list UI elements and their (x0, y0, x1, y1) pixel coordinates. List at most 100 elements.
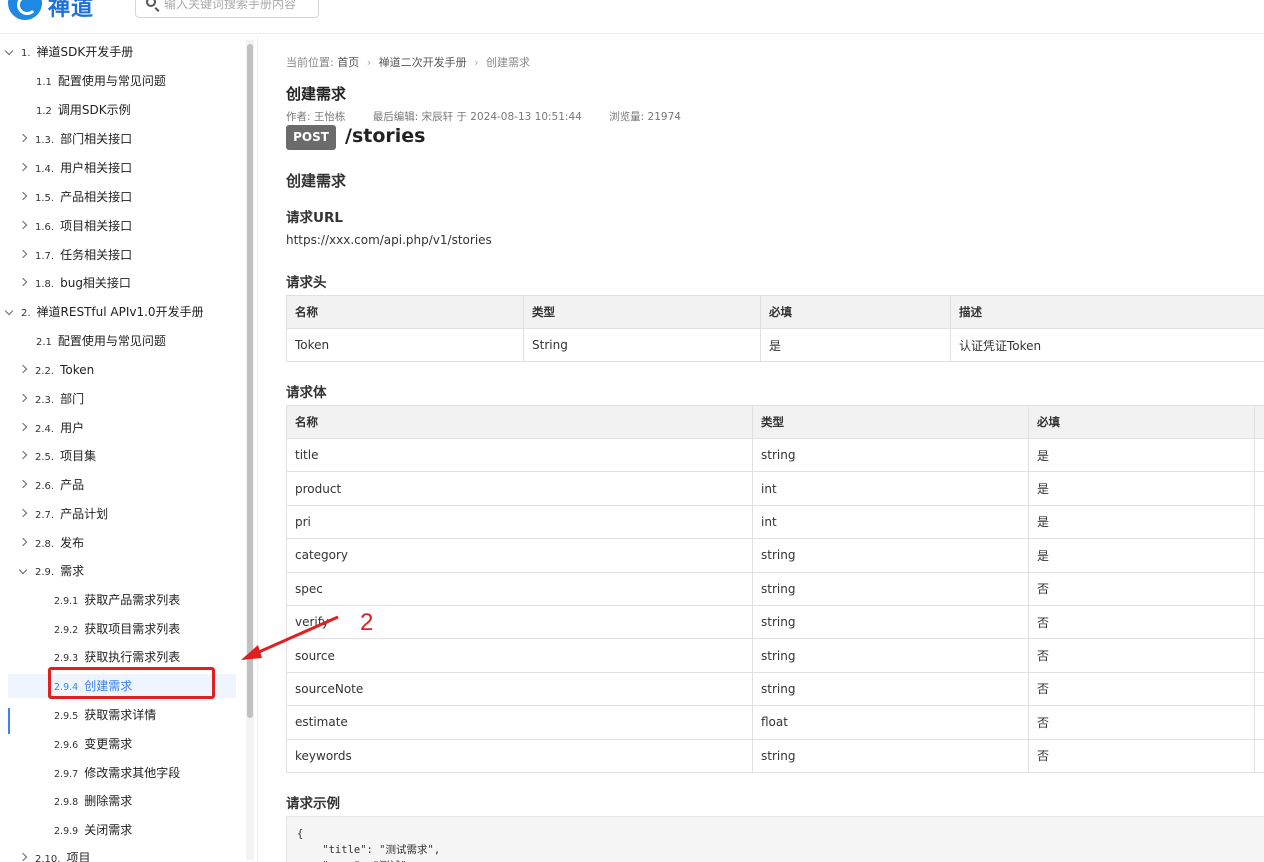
chevron-right-icon[interactable] (18, 508, 28, 518)
http-method-badge: POST (286, 125, 336, 150)
sidebar-item[interactable]: 1.8. bug相关接口 (0, 271, 240, 295)
sidebar-item[interactable]: 1.3. 部门相关接口 (0, 127, 240, 151)
column-header: 名称 (286, 295, 524, 329)
column-header: 描述 (950, 295, 1264, 329)
sidebar-item[interactable]: 1.5. 产品相关接口 (0, 185, 240, 209)
chevron-right-icon[interactable] (18, 450, 28, 460)
code-line: "title": "测试需求", (297, 844, 441, 856)
table-cell: string (752, 604, 1029, 640)
sidebar-item[interactable]: 1.2 调用SDK示例 (0, 98, 240, 122)
table-row: Token String 是认证凭证Token (286, 327, 1264, 363)
sidebar-item[interactable]: 2.3. 部门 (0, 387, 240, 411)
sidebar-item[interactable]: 2.9.1 获取产品需求列表 (0, 588, 240, 612)
sidebar-item-label: 产品相关接口 (60, 190, 133, 204)
headers-heading: 请求头 (286, 275, 327, 291)
sidebar-item-label: 变更需求 (84, 737, 133, 751)
table-row: keywords string 否 (286, 738, 1264, 773)
chevron-right-icon[interactable] (18, 133, 28, 143)
breadcrumb-home-link[interactable]: 首页 (337, 56, 359, 69)
sidebar-item[interactable]: 2.9.3 获取执行需求列表 (0, 645, 240, 669)
breadcrumb-current: 创建需求 (486, 56, 531, 69)
endpoint-path: /stories (345, 125, 426, 147)
chevron-right-icon[interactable] (18, 191, 28, 201)
code-line: { (297, 828, 304, 840)
chevron-down-icon[interactable] (18, 565, 28, 575)
table-cell: 是 (1028, 437, 1255, 473)
sidebar-item-number: 1.7. (35, 251, 55, 262)
request-url: https://xxx.com/api.php/v1/stories (286, 233, 492, 247)
table-cell-cut-off (1254, 638, 1264, 673)
sidebar-item[interactable]: 2.4. 用户 (0, 416, 240, 440)
breadcrumb-section-link[interactable]: 禅道二次开发手册 (379, 56, 467, 69)
chevron-down-icon[interactable] (4, 46, 14, 56)
sidebar-item[interactable]: 2. 禅道RESTful APIv1.0开发手册 (0, 300, 240, 324)
sidebar-item-number: 2.7. (35, 510, 55, 521)
sidebar-item-number: 2. (21, 308, 31, 319)
sidebar-item[interactable]: 2.8. 发布 (0, 531, 240, 555)
sidebar-item[interactable]: 2.9.9 关闭需求 (0, 818, 240, 842)
sidebar-item-number: 1.1 (36, 77, 52, 88)
sidebar-item[interactable]: 2.9.2 获取项目需求列表 (0, 617, 240, 641)
page-title: 创建需求 (286, 85, 347, 103)
sidebar-item[interactable]: 2.10. 项目 (0, 846, 240, 862)
sidebar-item[interactable]: 1.4. 用户相关接口 (0, 156, 240, 180)
table-row: spec string 否 (286, 571, 1264, 606)
search-icon[interactable] (146, 0, 156, 7)
chevron-right-icon[interactable] (18, 852, 28, 862)
search-input[interactable] (164, 0, 314, 14)
sidebar-scrollbar-thumb[interactable] (247, 44, 253, 718)
sidebar-item-label: 产品计划 (60, 507, 109, 521)
chevron-down-icon[interactable] (4, 306, 14, 316)
table-cell: string (752, 638, 1029, 673)
sidebar-item-label: 任务相关接口 (60, 248, 133, 262)
table-cell-cut-off (1254, 437, 1264, 473)
sidebar-item[interactable]: 2.9. 需求 (0, 559, 240, 583)
sidebar-item[interactable]: 2.9.6 变更需求 (0, 732, 240, 756)
search-box[interactable] (135, 0, 319, 18)
sidebar-item[interactable]: 1. 禅道SDK开发手册 (0, 40, 240, 64)
sidebar-item[interactable]: 1.7. 任务相关接口 (0, 243, 240, 267)
sidebar-item-number: 2.9.7 (54, 769, 79, 780)
page-meta: 作者: 王怡栋 最后编辑: 宋辰轩 于 2024-08-13 10:51:44 … (286, 109, 705, 124)
breadcrumb-separator: › (474, 56, 479, 69)
sidebar-item-label: 关闭需求 (84, 823, 133, 837)
chevron-right-icon[interactable] (18, 220, 28, 230)
logo-text[interactable]: 禅道 (48, 0, 94, 22)
chevron-right-icon[interactable] (18, 162, 28, 172)
chevron-right-icon[interactable] (18, 479, 28, 489)
view-count: 浏览量: 21974 (609, 111, 681, 123)
breadcrumb-separator: › (366, 56, 372, 69)
table-cell-cut-off (1254, 738, 1264, 773)
table-cell-cut-off (1254, 604, 1264, 640)
sidebar-item[interactable]: 1.6. 项目相关接口 (0, 214, 240, 238)
sidebar-item[interactable]: 2.9.8 删除需求 (0, 789, 240, 813)
sidebar-item[interactable]: 2.2. Token (0, 358, 240, 382)
chevron-right-icon[interactable] (18, 277, 28, 287)
sidebar-item[interactable]: 1.1 配置使用与常见问题 (0, 69, 240, 93)
top-bar: 禅道 (0, 0, 1264, 34)
column-header-cut-off (1254, 405, 1264, 439)
sidebar-item[interactable]: 2.9.7 修改需求其他字段 (0, 761, 240, 785)
zentao-logo-icon[interactable] (8, 0, 42, 20)
sidebar-item[interactable]: 2.9.5 获取需求详情 (0, 703, 240, 727)
sidebar-item-number: 2.5. (35, 452, 55, 463)
table-cell: 否 (1028, 738, 1255, 773)
table-cell-cut-off (1254, 671, 1264, 707)
chevron-right-icon[interactable] (18, 393, 28, 403)
sidebar-item[interactable]: 2.7. 产品计划 (0, 502, 240, 526)
chevron-right-icon[interactable] (18, 537, 28, 547)
chevron-right-icon[interactable] (18, 249, 28, 259)
sidebar-item[interactable]: 2.6. 产品 (0, 473, 240, 497)
sidebar-item-number: 1.8. (35, 279, 55, 290)
chevron-right-icon[interactable] (18, 364, 28, 374)
table-cell: 是 (760, 327, 951, 363)
annotation-number: 2 (360, 609, 374, 636)
sidebar-item-number: 2.9.9 (54, 826, 79, 837)
table-cell: string (752, 437, 1029, 473)
sidebar-item-label: 项目相关接口 (60, 219, 133, 233)
author: 作者: 王怡栋 (286, 111, 346, 123)
sidebar-item[interactable]: 2.1 配置使用与常见问题 (0, 329, 240, 353)
sidebar-item[interactable]: 2.5. 项目集 (0, 444, 240, 468)
chevron-right-icon[interactable] (18, 422, 28, 432)
request-body-table: 名称 类型 必填 title string 是 product int 是 pri int 是 cat… (286, 405, 1264, 773)
